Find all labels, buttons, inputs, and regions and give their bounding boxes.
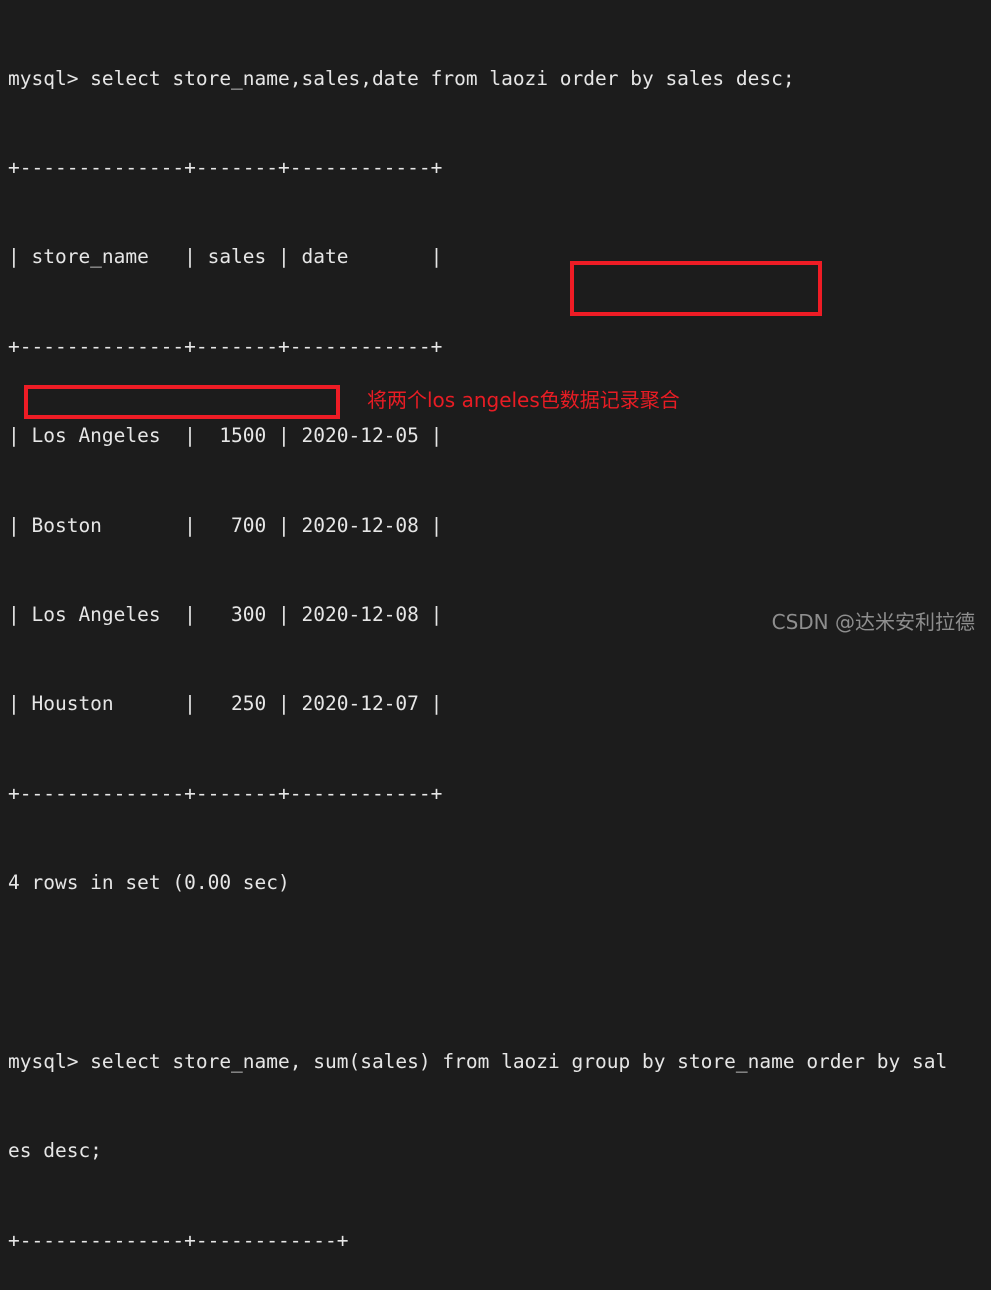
terminal-line: | Los Angeles | 1500 | 2020-12-05 | — [8, 424, 443, 448]
terminal-window[interactable]: mysql> select store_name,sales,date from… — [0, 0, 991, 1252]
terminal-line: +--------------+-------+------------+ — [8, 155, 443, 179]
watermark: CSDN @达米安利拉德 — [771, 610, 975, 634]
terminal-line: 4 rows in set (0.00 sec) — [8, 871, 290, 895]
terminal-line: +--------------+-------+------------+ — [8, 781, 443, 805]
terminal-line: | Houston | 250 | 2020-12-07 | — [8, 692, 443, 716]
terminal-line: mysql> select store_name, sum(sales) fro… — [8, 1049, 948, 1073]
terminal-line: +--------------+------------+ — [8, 1228, 349, 1252]
terminal-line: es desc; — [8, 1139, 102, 1163]
terminal-line: +--------------+-------+------------+ — [8, 334, 443, 358]
terminal-line: mysql> select store_name,sales,date from… — [8, 66, 795, 90]
terminal-line: | Boston | 700 | 2020-12-08 | — [8, 513, 443, 537]
annotation-note: 将两个los angeles色数据记录聚合 — [367, 388, 680, 412]
terminal-line: | store_name | sales | date | — [8, 245, 443, 269]
terminal-output: mysql> select store_name,sales,date from… — [8, 4, 983, 1290]
